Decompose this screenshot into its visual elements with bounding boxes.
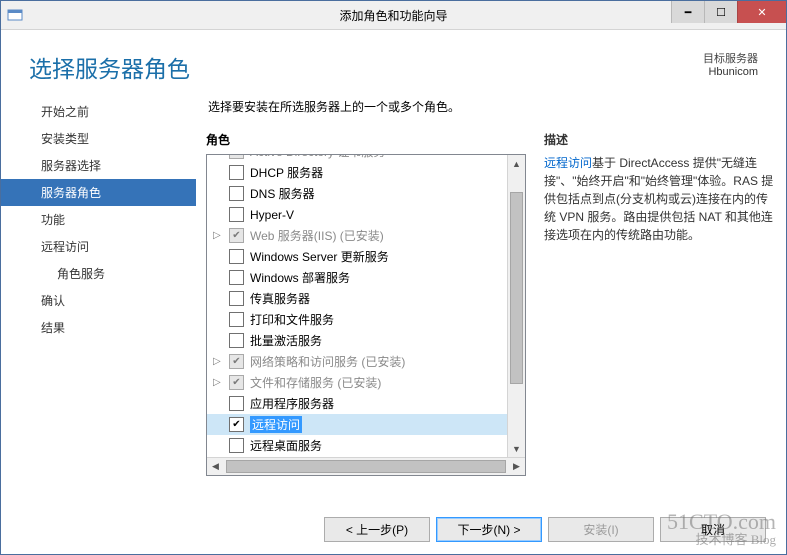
nav-item-3[interactable]: 服务器角色	[1, 179, 196, 206]
role-checkbox[interactable]	[229, 207, 244, 222]
target-server-value: Hbunicom	[703, 66, 758, 78]
target-server-label: 目标服务器	[703, 50, 758, 66]
roles-column: 角色 Active Directory 证书服务 DHCP 服务器 DNS 服务器 H…	[206, 131, 526, 504]
role-row[interactable]: 传真服务器	[207, 288, 508, 309]
role-row[interactable]: 批量激活服务	[207, 330, 508, 351]
expander-icon[interactable]: ▷	[213, 230, 223, 241]
role-row[interactable]: DNS 服务器	[207, 183, 508, 204]
role-label: DNS 服务器	[250, 185, 315, 202]
role-label: 应用程序服务器	[250, 395, 334, 412]
role-checkbox[interactable]	[229, 186, 244, 201]
role-label: Active Directory 证书服务	[250, 155, 385, 160]
role-checkbox[interactable]	[229, 249, 244, 264]
nav-item-0[interactable]: 开始之前	[1, 98, 196, 125]
content: 选择要安装在所选服务器上的一个或多个角色。 角色 Active Director…	[196, 94, 786, 504]
roles-heading: 角色	[206, 131, 526, 148]
nav-item-5[interactable]: 远程访问	[1, 233, 196, 260]
vertical-scrollbar[interactable]: ▲ ▼	[507, 155, 525, 457]
description-link[interactable]: 远程访问	[544, 156, 592, 170]
page-title: 选择服务器角色	[29, 50, 190, 84]
role-label: 远程访问	[250, 416, 302, 433]
target-server: 目标服务器 Hbunicom	[703, 50, 758, 78]
role-checkbox	[229, 375, 244, 390]
wizard-window: 添加角色和功能向导 ━ ☐ ✕ 选择服务器角色 目标服务器 Hbunicom 开…	[0, 0, 787, 555]
next-button[interactable]: 下一步(N) >	[436, 517, 542, 542]
titlebar: 添加角色和功能向导 ━ ☐ ✕	[1, 1, 786, 30]
role-row[interactable]: DHCP 服务器	[207, 162, 508, 183]
role-row[interactable]: 打印和文件服务	[207, 309, 508, 330]
roles-box: Active Directory 证书服务 DHCP 服务器 DNS 服务器 Hype…	[206, 154, 526, 476]
cancel-button[interactable]: 取消	[660, 517, 766, 542]
nav-item-6[interactable]: 角色服务	[1, 260, 196, 287]
scroll-down-icon[interactable]: ▼	[508, 440, 525, 457]
role-label: DHCP 服务器	[250, 164, 323, 181]
role-checkbox	[229, 228, 244, 243]
role-checkbox[interactable]	[229, 270, 244, 285]
role-checkbox[interactable]	[229, 438, 244, 453]
role-checkbox[interactable]	[229, 396, 244, 411]
role-row[interactable]: 远程桌面服务	[207, 435, 508, 456]
nav-item-4[interactable]: 功能	[1, 206, 196, 233]
description-heading: 描述	[544, 131, 776, 148]
role-checkbox[interactable]	[229, 312, 244, 327]
expander-icon[interactable]: ▷	[213, 356, 223, 367]
close-button[interactable]: ✕	[737, 1, 786, 23]
minimize-button[interactable]: ━	[671, 1, 704, 23]
role-label: Windows Server 更新服务	[250, 248, 389, 265]
role-label: Web 服务器(IIS) (已安装)	[250, 227, 384, 244]
role-label: Hyper-V	[250, 208, 294, 222]
nav-item-1[interactable]: 安装类型	[1, 125, 196, 152]
description-text: 远程访问基于 DirectAccess 提供"无缝连接"、"始终开启"和"始终管…	[544, 154, 776, 244]
hscroll-thumb[interactable]	[226, 460, 506, 473]
footer: < 上一步(P) 下一步(N) > 安装(I) 取消	[1, 517, 786, 542]
role-row[interactable]: 远程访问	[207, 414, 508, 435]
role-checkbox[interactable]	[229, 417, 244, 432]
roles-list-inner[interactable]: Active Directory 证书服务 DHCP 服务器 DNS 服务器 Hype…	[207, 155, 508, 457]
previous-button[interactable]: < 上一步(P)	[324, 517, 430, 542]
role-label: Windows 部署服务	[250, 269, 350, 286]
description-column: 描述 远程访问基于 DirectAccess 提供"无缝连接"、"始终开启"和"…	[544, 131, 776, 504]
install-button: 安装(I)	[548, 517, 654, 542]
columns: 角色 Active Directory 证书服务 DHCP 服务器 DNS 服务器 H…	[206, 131, 776, 504]
role-checkbox[interactable]	[229, 333, 244, 348]
roles-list: Active Directory 证书服务 DHCP 服务器 DNS 服务器 Hype…	[207, 155, 525, 457]
role-row[interactable]: ▷ Web 服务器(IIS) (已安装)	[207, 225, 508, 246]
role-checkbox	[229, 155, 244, 159]
wizard-nav: 开始之前安装类型服务器选择服务器角色功能远程访问角色服务确认结果	[1, 94, 196, 504]
instruction-text: 选择要安装在所选服务器上的一个或多个角色。	[208, 98, 776, 115]
role-label: 网络策略和访问服务 (已安装)	[250, 353, 405, 370]
scroll-up-icon[interactable]: ▲	[508, 155, 525, 172]
nav-item-8[interactable]: 结果	[1, 314, 196, 341]
role-label: 远程桌面服务	[250, 437, 322, 454]
scroll-track[interactable]	[508, 172, 525, 440]
role-row[interactable]: Active Directory 证书服务	[207, 155, 508, 162]
role-row[interactable]: ▷ 网络策略和访问服务 (已安装)	[207, 351, 508, 372]
role-checkbox	[229, 354, 244, 369]
scroll-left-icon[interactable]: ◀	[207, 458, 224, 475]
role-row[interactable]: Hyper-V	[207, 204, 508, 225]
role-row[interactable]: ▷ 文件和存储服务 (已安装)	[207, 372, 508, 393]
role-checkbox[interactable]	[229, 291, 244, 306]
role-checkbox[interactable]	[229, 165, 244, 180]
expander-icon[interactable]: ▷	[213, 377, 223, 388]
header: 选择服务器角色 目标服务器 Hbunicom	[1, 30, 786, 94]
role-label: 打印和文件服务	[250, 311, 334, 328]
maximize-button[interactable]: ☐	[704, 1, 737, 23]
nav-item-7[interactable]: 确认	[1, 287, 196, 314]
scroll-thumb[interactable]	[510, 192, 523, 384]
role-row[interactable]: 应用程序服务器	[207, 393, 508, 414]
body: 开始之前安装类型服务器选择服务器角色功能远程访问角色服务确认结果 选择要安装在所…	[1, 94, 786, 504]
horizontal-scrollbar[interactable]: ◀ ▶	[207, 457, 525, 475]
role-row[interactable]: Windows 部署服务	[207, 267, 508, 288]
role-label: 批量激活服务	[250, 332, 322, 349]
role-label: 传真服务器	[250, 290, 310, 307]
role-label: 文件和存储服务 (已安装)	[250, 374, 381, 391]
role-row[interactable]: Windows Server 更新服务	[207, 246, 508, 267]
app-icon	[7, 7, 23, 23]
window-controls: ━ ☐ ✕	[671, 1, 786, 23]
scroll-right-icon[interactable]: ▶	[508, 458, 525, 475]
window-title: 添加角色和功能向导	[1, 7, 786, 24]
nav-item-2[interactable]: 服务器选择	[1, 152, 196, 179]
